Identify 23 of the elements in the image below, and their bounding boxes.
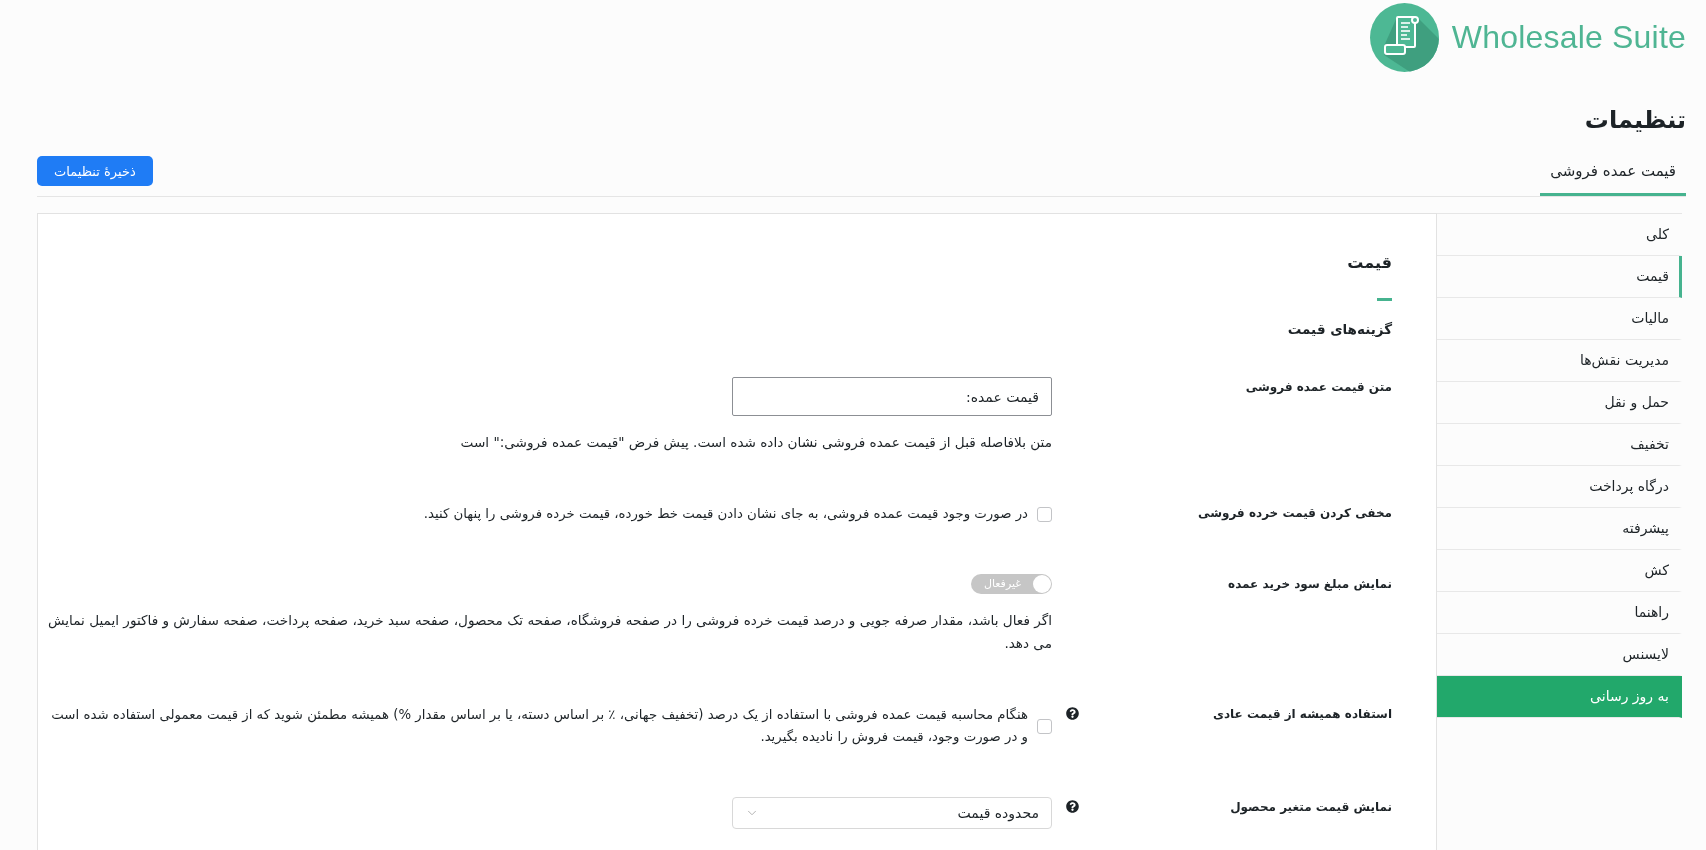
help-icon[interactable]	[1065, 707, 1079, 720]
logo-text: Wholesale Suite	[1451, 19, 1686, 56]
heading-underline	[1377, 298, 1392, 301]
section-subtitle: گزینه‌های قیمت	[1287, 320, 1392, 339]
settings-tab[interactable]: قیمت عمده فروشی	[1540, 138, 1686, 196]
logo-icon	[1369, 3, 1439, 72]
field-description: هنگام محاسبه قیمت عمده فروشی با استفاده از یک درصد (تخفیف جهانی، ٪ بر اساس دسته، یا بر اساس مقدار %) همیشه مطمئن شوید که از قیمت معمولی استفاده شده است و در صورت وجود، قیمت فروش را نادیده بگیرید.	[50, 706, 1028, 747]
save-button[interactable]: ذخیرهٔ تنظیمات	[37, 156, 153, 186]
field-label: مخفی کردن قیمت خرده فروشی	[1198, 505, 1392, 523]
page-title: تنظیمات	[1584, 105, 1686, 136]
field-description: متن بلافاصله قبل از قیمت عمده فروشی نشان داده شده است. پیش فرض "قیمت عمده فروشی:" است	[460, 433, 1052, 453]
checkbox[interactable]	[1037, 718, 1052, 734]
field-label: متن قیمت عمده فروشی	[1245, 379, 1392, 397]
field-description: اگر فعال باشد، مقدار صرفه جویی و درصد قیمت خرده فروشی را در صفحه فروشگاه، صفحه تک محصول، صفحه سبد خرید، صفحه پرداخت، صفحه سفارش و فاکتور ایمیل نمایش می دهد.	[47, 611, 1052, 653]
text-input[interactable]: قیمت عمده:	[732, 377, 1052, 416]
section-title: قیمت	[1347, 252, 1392, 274]
field-label: استفاده همیشه از قیمت عادی	[1212, 706, 1392, 723]
field-description: در صورت وجود قیمت عمده فروشی، به جای نشان دادن قیمت خط خورده، قیمت خرده فروشی را پنهان کنید.	[423, 505, 1028, 524]
field-label: نمایش قیمت متغیر محصول	[1230, 799, 1392, 817]
checkbox[interactable]	[1037, 506, 1052, 522]
select-dropdown[interactable]: محدوده قیمت	[732, 797, 1052, 829]
field-label: نمایش مبلغ سود خرید عمده	[1228, 576, 1392, 594]
help-icon[interactable]	[1065, 800, 1079, 813]
